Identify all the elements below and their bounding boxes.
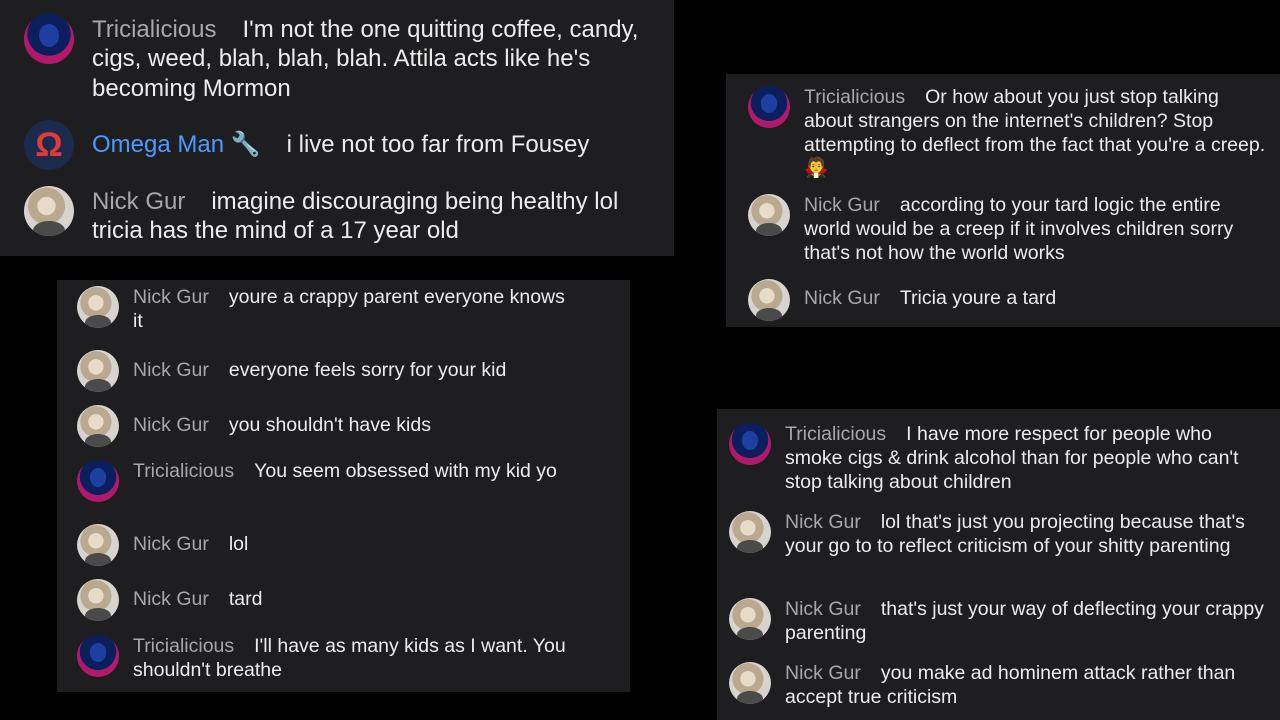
comment: Tricialicious I have more respect for peo…: [729, 423, 1269, 494]
username[interactable]: Nick Gur: [133, 588, 209, 610]
avatar[interactable]: [729, 423, 771, 465]
username[interactable]: Tricialicious: [804, 86, 905, 108]
avatar[interactable]: [77, 286, 119, 328]
comment-text: i live not too far from Fousey: [286, 131, 590, 158]
comment: Nick Gur everyone feels sorry for your ki…: [77, 350, 607, 392]
username[interactable]: Tricialicious: [133, 635, 234, 657]
avatar[interactable]: [729, 662, 771, 704]
avatar[interactable]: [77, 460, 119, 502]
avatar[interactable]: [729, 511, 771, 553]
avatar[interactable]: [77, 405, 119, 447]
comment-text: tard: [228, 588, 263, 610]
username[interactable]: Tricialicious: [133, 460, 234, 482]
comment-panel-b: Nick Gur youre a crappy parent everyone k…: [57, 280, 630, 692]
avatar[interactable]: [77, 579, 119, 621]
comment-panel-c: Tricialicious Or how about you just stop …: [726, 74, 1280, 327]
username[interactable]: Tricialicious: [92, 16, 216, 43]
avatar[interactable]: [748, 194, 790, 236]
comment: Tricialicious Or how about you just stop …: [748, 86, 1268, 181]
omega-icon: Ω: [35, 125, 63, 164]
comment-panel-a: Tricialicious I'm not the one quitting co…: [0, 0, 674, 256]
avatar[interactable]: [24, 14, 74, 64]
avatar[interactable]: [748, 86, 790, 128]
comment: Tricialicious You seem obsessed with my k…: [77, 460, 597, 502]
avatar[interactable]: Ω: [24, 120, 74, 170]
username[interactable]: Nick Gur: [133, 414, 209, 436]
username[interactable]: Nick Gur: [133, 533, 209, 555]
comment: Nick Gur lol that's just you projecting b…: [729, 511, 1269, 559]
avatar[interactable]: [77, 524, 119, 566]
avatar[interactable]: [748, 279, 790, 321]
comment-text: You seem obsessed with my kid yo: [254, 460, 557, 482]
avatar[interactable]: [24, 186, 74, 236]
avatar[interactable]: [729, 598, 771, 640]
comment: Nick Gur according to your tard logic the…: [748, 194, 1268, 265]
username[interactable]: Nick Gur: [133, 359, 209, 381]
comment: Nick Gur imagine discouraging being healt…: [24, 186, 664, 246]
comment-text: you shouldn't have kids: [228, 414, 431, 436]
username[interactable]: Nick Gur: [785, 662, 861, 684]
comment: Ω Omega Man 🔧 i live not too far from Fou…: [24, 120, 654, 170]
comment: Tricialicious I'm not the one quitting co…: [24, 14, 654, 103]
comment: Nick Gur tard: [77, 579, 607, 621]
avatar[interactable]: [77, 350, 119, 392]
comment-panel-d: Tricialicious I have more respect for peo…: [717, 409, 1280, 720]
comment: Nick Gur youre a crappy parent everyone k…: [77, 286, 567, 334]
avatar[interactable]: [77, 635, 119, 677]
username[interactable]: Tricialicious: [785, 423, 886, 445]
comment-text: Tricia youre a tard: [899, 287, 1057, 309]
comment: Nick Gur that's just your way of deflecti…: [729, 598, 1269, 646]
comment: Nick Gur Tricia youre a tard: [748, 279, 1268, 321]
comment-text: lol: [228, 533, 249, 555]
username[interactable]: Nick Gur: [804, 287, 880, 309]
username[interactable]: Nick Gur: [92, 188, 185, 215]
comment-text: everyone feels sorry for your kid: [228, 359, 507, 381]
comment: Nick Gur you make ad hominem attack rathe…: [729, 662, 1269, 710]
username[interactable]: Omega Man 🔧: [92, 131, 261, 158]
comment: Nick Gur you shouldn't have kids: [77, 405, 607, 447]
username[interactable]: Nick Gur: [804, 194, 880, 216]
comment: Tricialicious I'll have as many kids as I…: [77, 635, 597, 683]
username[interactable]: Nick Gur: [133, 286, 209, 308]
username[interactable]: Nick Gur: [785, 511, 861, 533]
username[interactable]: Nick Gur: [785, 598, 861, 620]
comment: Nick Gur lol: [77, 524, 607, 566]
